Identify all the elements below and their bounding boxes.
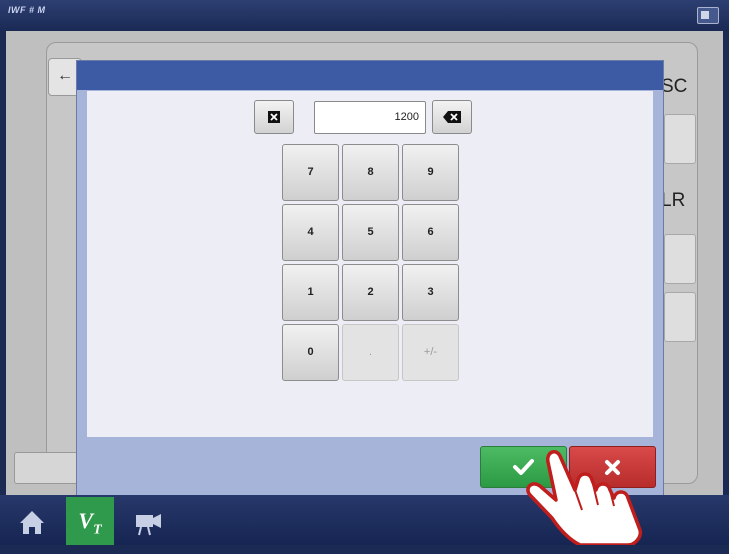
- key-1[interactable]: 1: [282, 264, 339, 321]
- ok-button[interactable]: [480, 446, 567, 488]
- home-button[interactable]: [8, 497, 56, 545]
- background-button: [664, 292, 696, 342]
- dialog-header: [77, 61, 663, 90]
- key-6[interactable]: 6: [402, 204, 459, 261]
- key-9[interactable]: 9: [402, 144, 459, 201]
- close-icon: [605, 460, 620, 475]
- clear-button[interactable]: [254, 100, 294, 134]
- vt-sub: T: [93, 522, 102, 538]
- checkmark-icon: [513, 459, 534, 475]
- display-mode-icon[interactable]: [697, 7, 719, 24]
- key-3[interactable]: 3: [402, 264, 459, 321]
- key-7[interactable]: 7: [282, 144, 339, 201]
- value-input[interactable]: 1200: [314, 101, 426, 134]
- status-bar: IWF # M: [0, 0, 729, 30]
- backspace-icon: [443, 111, 461, 123]
- key-0[interactable]: 0: [282, 324, 339, 381]
- key-decimal: .: [342, 324, 399, 381]
- background-label-lr: LR: [661, 190, 686, 211]
- backspace-button[interactable]: [432, 100, 472, 134]
- key-4[interactable]: 4: [282, 204, 339, 261]
- clear-icon: [268, 111, 280, 123]
- vt-label: V: [78, 508, 94, 533]
- key-2[interactable]: 2: [342, 264, 399, 321]
- background-button: [664, 114, 696, 164]
- home-icon: [20, 511, 44, 534]
- background-button: [664, 234, 696, 284]
- background-label-sc: SC: [661, 76, 688, 97]
- key-plus-minus: +/-: [402, 324, 459, 381]
- cancel-button[interactable]: [569, 446, 656, 488]
- camera-button[interactable]: [124, 497, 172, 545]
- camera-icon: [136, 514, 161, 536]
- key-8[interactable]: 8: [342, 144, 399, 201]
- status-bar-text: IWF # M: [8, 5, 46, 15]
- virtual-terminal-tab[interactable]: VT: [66, 497, 114, 545]
- background-button: [14, 452, 78, 484]
- key-5[interactable]: 5: [342, 204, 399, 261]
